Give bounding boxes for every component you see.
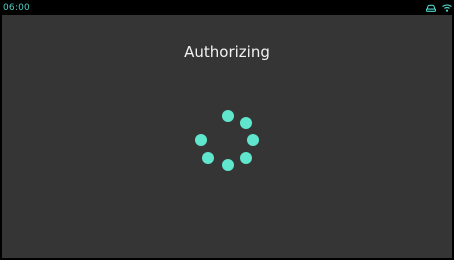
spinner-dot (240, 152, 252, 164)
status-bar: 06:00 (2, 2, 452, 15)
spinner-dot (247, 134, 259, 146)
car-icon (425, 3, 437, 13)
authorizing-screen: 06:00 Authorizing (0, 0, 454, 260)
spinner-dot (195, 134, 207, 146)
wifi-icon (441, 3, 452, 13)
status-time: 06:00 (3, 3, 30, 13)
spinner-dot (222, 159, 234, 171)
loading-spinner (191, 107, 259, 171)
authorizing-title: Authorizing (184, 43, 270, 61)
spinner-dot (222, 110, 234, 122)
spinner-dot (240, 117, 252, 129)
spinner-dot (202, 152, 214, 164)
